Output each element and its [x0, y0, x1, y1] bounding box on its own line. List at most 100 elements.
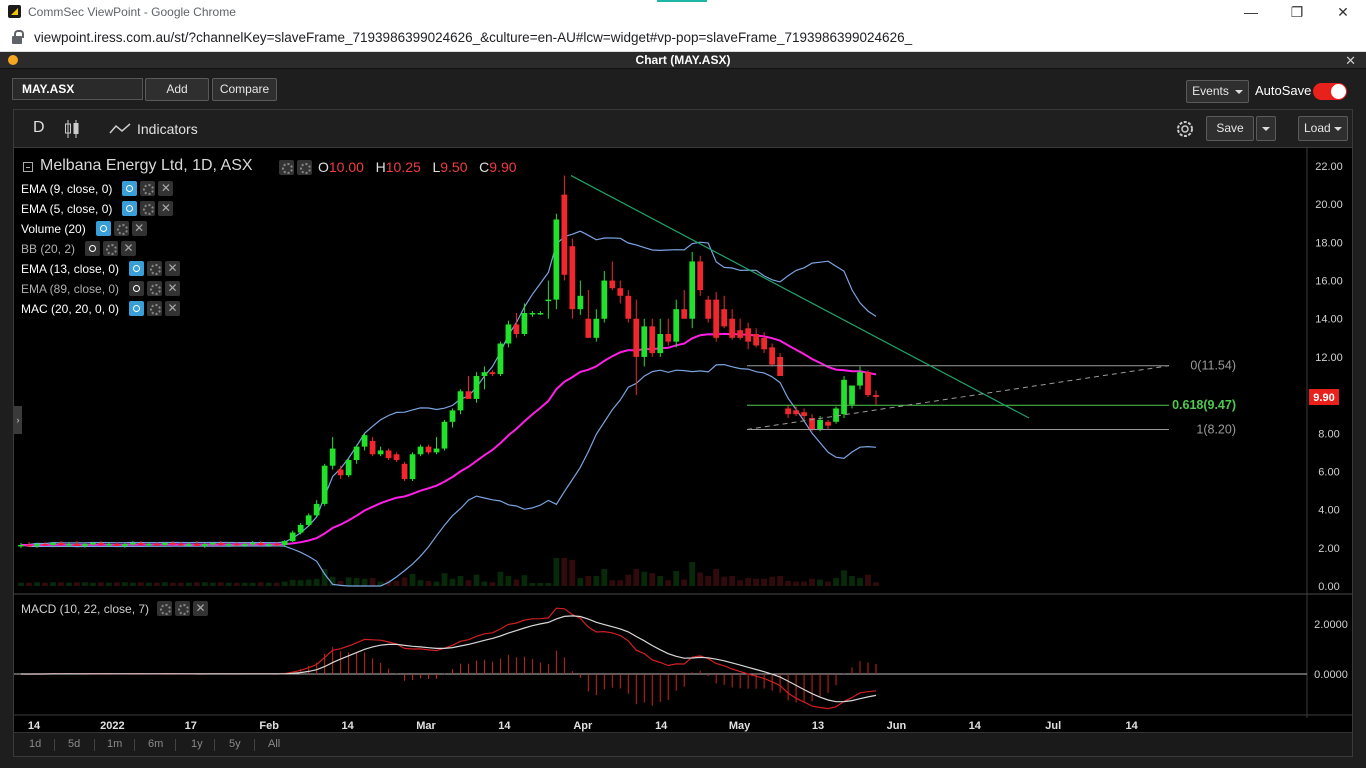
load-label: Load [1303, 121, 1331, 135]
remove-indicator-icon[interactable]: ✕ [158, 201, 174, 217]
volume-bar [209, 582, 216, 586]
indicator-settings-icon[interactable] [147, 301, 163, 317]
series-settings-icon[interactable] [279, 160, 294, 176]
volume-bar [185, 582, 192, 586]
indicator-settings-icon[interactable] [147, 281, 163, 297]
volume-bar [425, 580, 432, 586]
high-label: H [375, 159, 386, 175]
visibility-eye-icon[interactable] [129, 301, 145, 317]
volume-bar [761, 578, 768, 586]
visibility-eye-icon[interactable] [122, 201, 138, 217]
macd-settings-icon[interactable] [175, 601, 191, 617]
load-dropdown[interactable]: Load [1298, 116, 1348, 141]
url-text[interactable]: viewpoint.iress.com.au/st/?channelKey=sl… [34, 30, 912, 45]
volume-bar [369, 578, 376, 586]
candle-body [689, 261, 696, 319]
autosave-toggle[interactable] [1313, 83, 1347, 100]
volume-bar [497, 571, 504, 586]
visibility-eye-icon[interactable] [85, 241, 101, 257]
remove-indicator-icon[interactable]: ✕ [131, 221, 147, 237]
volume-bar [281, 581, 288, 586]
indicator-settings-icon[interactable] [147, 261, 163, 277]
add-button[interactable]: Add [145, 78, 209, 101]
volume-bar [417, 580, 424, 586]
macd-line [20, 607, 877, 710]
range-5y-button[interactable]: 5y [229, 738, 241, 750]
candle-body [289, 532, 296, 542]
range-6m-button[interactable]: 6m [148, 738, 163, 750]
app-orb-icon[interactable] [8, 55, 18, 65]
candle-body [345, 460, 352, 476]
lock-icon[interactable] [12, 30, 24, 44]
indicator-settings-icon[interactable] [113, 221, 129, 237]
series-settings-icon[interactable] [297, 160, 312, 176]
candle-body [521, 313, 528, 334]
window-close-icon[interactable]: ✕ [1345, 52, 1356, 69]
events-dropdown[interactable]: Events [1186, 80, 1249, 103]
macd-remove-icon[interactable]: ✕ [193, 601, 209, 617]
volume-bar [529, 583, 536, 586]
minimize-icon[interactable]: — [1236, 2, 1266, 22]
compare-button[interactable]: Compare [212, 78, 277, 101]
volume-bar [177, 582, 184, 586]
low-value: 9.50 [440, 159, 468, 175]
chart-type-candle-icon[interactable] [64, 119, 80, 139]
remove-indicator-icon[interactable]: ✕ [121, 241, 137, 257]
range-all-button[interactable]: All [268, 738, 280, 750]
candle-body [865, 372, 871, 396]
bollinger-lower-band [20, 363, 877, 587]
save-button[interactable]: Save [1206, 116, 1254, 141]
range-divider [134, 739, 135, 751]
visibility-eye-icon[interactable] [95, 221, 111, 237]
browser-title: CommSec ViewPoint - Google Chrome [28, 5, 236, 19]
candle-body [529, 313, 536, 315]
volume-bar [537, 583, 544, 586]
chart-toolbar: D Indicators Save Load [14, 110, 1352, 148]
remove-indicator-icon[interactable]: ✕ [158, 181, 174, 197]
collapse-icon[interactable] [23, 162, 33, 172]
indicator-settings-icon[interactable] [103, 241, 119, 257]
range-divider [94, 739, 95, 751]
candle-body [625, 295, 632, 319]
candle-body [569, 246, 576, 310]
candle-body [585, 318, 592, 338]
address-bar[interactable]: viewpoint.iress.com.au/st/?channelKey=sl… [0, 24, 1366, 52]
time-tick-label: 14 [341, 720, 354, 732]
volume-bar [753, 578, 760, 586]
fib-level-label: 1(8.20) [1196, 422, 1236, 436]
range-5d-button[interactable]: 5d [68, 738, 80, 750]
remove-indicator-icon[interactable]: ✕ [165, 301, 181, 317]
settings-gear-icon[interactable] [1174, 118, 1196, 140]
close-icon[interactable]: ✕ [1328, 2, 1358, 22]
candle-body [201, 544, 208, 546]
events-label: Events [1192, 84, 1229, 98]
macd-visibility-icon[interactable] [157, 601, 173, 617]
visibility-eye-icon[interactable] [129, 281, 145, 297]
volume-bar [145, 582, 152, 586]
indicator-settings-icon[interactable] [140, 181, 156, 197]
visibility-eye-icon[interactable] [122, 181, 138, 197]
remove-indicator-icon[interactable]: ✕ [165, 261, 181, 277]
visibility-eye-icon[interactable] [129, 261, 145, 277]
candle-body [609, 280, 616, 289]
candle-body [321, 465, 328, 504]
range-1y-button[interactable]: 1y [191, 738, 203, 750]
price-chart[interactable]: 0(11.54) 0.618(9.47) 1(8.20) 22.00 20.00 18.… [14, 148, 1352, 732]
save-options-dropdown[interactable] [1256, 116, 1276, 141]
symbol-bar: MAY.ASX Add Compare Events AutoSave [0, 70, 1366, 108]
remove-indicator-icon[interactable]: ✕ [165, 281, 181, 297]
indicator-ema-5: EMA (5, close, 0) ✕ [21, 200, 176, 218]
range-1m-button[interactable]: 1m [107, 738, 122, 750]
candle-body [26, 544, 32, 547]
interval-selector[interactable]: D [33, 119, 45, 137]
range-1d-button[interactable]: 1d [29, 738, 41, 750]
close-label: C [479, 159, 490, 175]
candle-body [433, 448, 440, 453]
volume-bar [289, 579, 296, 586]
symbol-input[interactable]: MAY.ASX [12, 78, 143, 100]
indicators-icon[interactable] [109, 122, 131, 136]
indicators-button[interactable]: Indicators [137, 121, 198, 137]
restore-icon[interactable]: ❐ [1282, 2, 1312, 22]
indicator-settings-icon[interactable] [140, 201, 156, 217]
fib-level-label: 0.618(9.47) [1172, 398, 1236, 412]
